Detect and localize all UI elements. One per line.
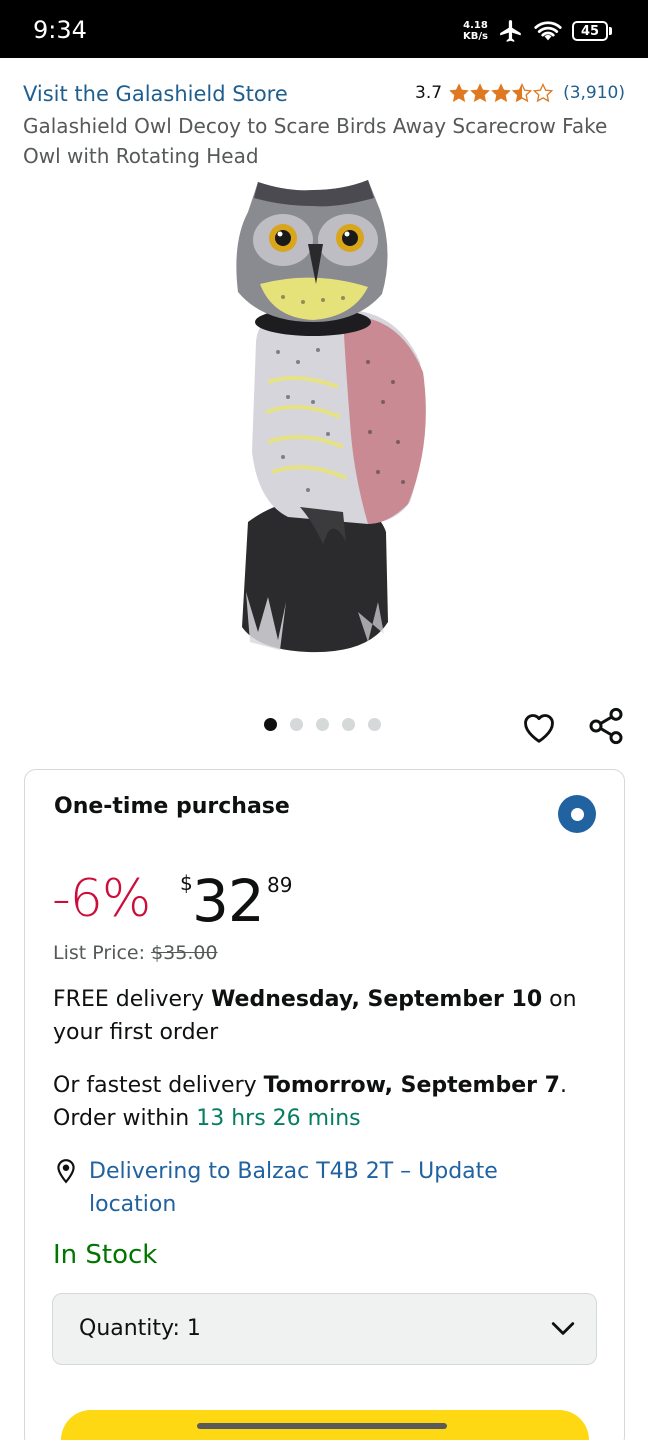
status-icons: 4.18 KB/s 45 <box>463 16 612 46</box>
wifi-icon <box>534 21 562 41</box>
list-price-value: $35.00 <box>151 942 218 964</box>
heart-icon[interactable] <box>520 708 558 746</box>
delivery-date: Wednesday, September 10 <box>211 987 543 1012</box>
carousel-dot[interactable] <box>316 718 329 731</box>
fastest-date: Tomorrow, September 7 <box>263 1073 560 1098</box>
rating-value: 3.7 <box>415 83 443 103</box>
product-title: Galashield Owl Decoy to Scare Birds Away… <box>23 114 608 168</box>
image-carousel-dots <box>264 718 381 731</box>
home-indicator[interactable] <box>197 1423 447 1429</box>
order-countdown: 13 hrs 26 mins <box>196 1106 361 1131</box>
stock-status: In Stock <box>53 1240 158 1270</box>
battery-level: 45 <box>572 21 608 41</box>
list-price: List Price: $35.00 <box>53 942 218 964</box>
price-whole: 32 <box>192 867 265 935</box>
delivery-location-link[interactable]: Delivering to Balzac T4B 2T – Update loc… <box>89 1155 559 1221</box>
share-icon[interactable] <box>586 706 626 746</box>
quantity-select[interactable]: Quantity: 1 <box>52 1293 597 1365</box>
discount-percent: -6% <box>52 869 151 929</box>
rating-summary[interactable]: 3.7 (3,910) <box>415 83 625 103</box>
carousel-dot[interactable] <box>368 718 381 731</box>
network-speed-unit: KB/s <box>463 31 488 42</box>
list-price-label: List Price: <box>53 942 146 964</box>
rating-count: (3,910) <box>563 83 625 103</box>
price-currency: $ <box>180 871 193 895</box>
star-rating-icon <box>449 83 553 103</box>
buy-box: One-time purchase -6% $ 32 89 List Price… <box>24 769 625 1440</box>
purchase-option-label: One-time purchase <box>54 794 290 819</box>
quantity-label-text: Quantity: <box>79 1316 180 1341</box>
price-fraction: 89 <box>267 873 293 897</box>
location-pin-icon <box>57 1159 75 1184</box>
status-time: 9:34 <box>33 16 87 44</box>
fastest-delivery-info: Or fastest delivery Tomorrow, September … <box>53 1069 613 1135</box>
product-image[interactable] <box>228 172 438 662</box>
airplane-icon <box>500 20 521 42</box>
battery-tip <box>609 27 612 35</box>
carousel-dot[interactable] <box>264 718 277 731</box>
stars-graphic <box>449 83 553 102</box>
status-bar: 9:34 4.18 KB/s 45 <box>0 0 648 58</box>
delivery-prefix: FREE delivery <box>53 987 212 1012</box>
delivery-info: FREE delivery Wednesday, September 10 on… <box>53 983 593 1049</box>
fastest-prefix: Or fastest delivery <box>53 1073 264 1098</box>
store-link[interactable]: Visit the Galashield Store <box>23 82 288 106</box>
carousel-dot[interactable] <box>342 718 355 731</box>
battery-icon: 45 <box>572 21 612 41</box>
quantity-value: 1 <box>186 1316 201 1341</box>
network-speed-value: 4.18 <box>463 20 488 31</box>
purchase-option-radio[interactable] <box>558 795 596 833</box>
carousel-dot[interactable] <box>290 718 303 731</box>
radio-selected-dot <box>570 807 584 821</box>
network-speed: 4.18 KB/s <box>463 20 488 42</box>
quantity-label: Quantity: 1 <box>79 1316 201 1341</box>
chevron-down-icon <box>551 1322 575 1335</box>
